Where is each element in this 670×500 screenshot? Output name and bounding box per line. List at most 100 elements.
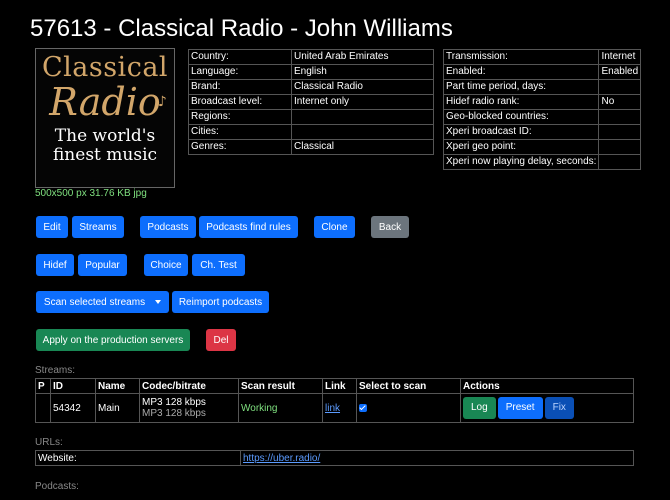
urls-section-label: URLs: (35, 437, 63, 448)
info-key: Brand: (188, 79, 292, 95)
info-key: Genres: (188, 139, 292, 155)
info-key: Language: (188, 64, 292, 80)
image-info: 500x500 px 31.76 KB jpg (35, 188, 147, 199)
scan-selected-streams-button[interactable]: Scan selected streams (36, 291, 169, 313)
table-row: Country: United Arab Emirates (188, 49, 434, 65)
log-button[interactable]: Log (463, 397, 496, 419)
column-header: ID (50, 378, 96, 394)
table-row: Cities: (188, 124, 434, 140)
ch-test-button[interactable]: Ch. Test (192, 254, 245, 276)
info-key: Enabled: (442, 64, 600, 80)
info-key: Xperi broadcast ID: (442, 124, 600, 140)
table-row: Brand: Classical Radio (188, 79, 434, 95)
info-key: Cities: (188, 124, 292, 140)
url-key: Website: (35, 450, 241, 466)
info-value: Internet only (291, 94, 434, 110)
select-to-scan-cell (356, 393, 461, 423)
info-value (598, 154, 642, 170)
info-key: Part time period, days: (442, 79, 600, 95)
reimport-podcasts-button[interactable]: Reimport podcasts (172, 291, 269, 313)
fix-button[interactable]: Fix (544, 397, 574, 419)
hidef-button[interactable]: Hidef (36, 254, 74, 276)
actions-cell: Log Preset Fix (460, 393, 634, 423)
select-to-scan-checkbox[interactable] (359, 403, 367, 412)
info-value: Internet (598, 49, 642, 65)
table-row: Part time period, days: (442, 79, 642, 95)
music-note-icon: ♪ (157, 94, 167, 110)
url-value-cell: https://uber.radio/ (240, 450, 634, 466)
stream-name: Main (95, 393, 140, 423)
logo-line-1: Classical (41, 52, 169, 83)
info-value (598, 79, 642, 95)
table-row: Genres: Classical (188, 139, 434, 155)
choice-button[interactable]: Choice (144, 254, 188, 276)
table-row: Regions: (188, 109, 434, 125)
info-key: Broadcast level: (188, 94, 292, 110)
chevron-down-icon (155, 300, 162, 304)
info-value (598, 139, 642, 155)
info-value: Classical (291, 139, 434, 155)
streams-section-label: Streams: (35, 365, 76, 376)
stream-link[interactable]: link (325, 403, 340, 414)
delete-button[interactable]: Del (206, 329, 236, 351)
table-row: Website: https://uber.radio/ (35, 450, 634, 466)
info-key: Xperi now playing delay, seconds: (442, 154, 600, 170)
column-header: Name (95, 378, 140, 394)
info-value: Classical Radio (291, 79, 434, 95)
table-row: Hidef radio rank: No (442, 94, 642, 110)
column-header: Select to scan (356, 378, 461, 394)
column-header: Scan result (238, 378, 323, 394)
table-row: Language: English (188, 64, 434, 80)
transmission-info-table: Transmission: Internet Enabled: Enabled Pa… (442, 49, 642, 170)
popular-button[interactable]: Popular (78, 254, 127, 276)
logo-line-3: The world's finest music (52, 126, 158, 165)
column-header: P (35, 378, 51, 394)
stream-link-cell: link (322, 393, 357, 423)
info-value: English (291, 64, 434, 80)
info-value (598, 124, 642, 140)
podcasts-section-label: Podcasts: (35, 481, 79, 492)
preset-button[interactable]: Preset (497, 397, 543, 419)
website-link[interactable]: https://uber.radio/ (243, 453, 320, 464)
table-row: Xperi broadcast ID: (442, 124, 642, 140)
apply-production-button[interactable]: Apply on the production servers (36, 329, 190, 351)
info-value: No (598, 94, 642, 110)
streams-table: P ID Name Codec/bitrate Scan result Link… (35, 378, 634, 423)
logo-line-2: Radio ♪ (49, 80, 167, 124)
column-header: Codec/bitrate (139, 378, 239, 394)
table-row: 54342 Main MP3 128 kbps MP3 128 kbps Wor… (35, 393, 634, 423)
urls-table: Website: https://uber.radio/ (35, 450, 634, 466)
scan-result: Working (238, 393, 323, 423)
table-row: Xperi geo point: (442, 139, 642, 155)
info-value (291, 124, 434, 140)
podcasts-find-rules-button[interactable]: Podcasts find rules (199, 216, 298, 238)
table-row: Xperi now playing delay, seconds: (442, 154, 642, 170)
info-value (598, 109, 642, 125)
info-value (291, 109, 434, 125)
podcasts-button[interactable]: Podcasts (140, 216, 196, 238)
info-value: United Arab Emirates (291, 49, 434, 65)
codec-main: MP3 128 kbps (142, 397, 206, 408)
streams-button[interactable]: Streams (72, 216, 124, 238)
page-title: 57613 - Classical Radio - John Williams (30, 15, 453, 42)
info-value: Enabled (598, 64, 642, 80)
column-header: Link (322, 378, 357, 394)
station-logo: Classical Radio ♪ The world's finest musi… (35, 48, 175, 188)
info-key: Country: (188, 49, 292, 65)
station-info-table: Country: United Arab Emirates Language: En… (188, 49, 434, 155)
info-key: Transmission: (442, 49, 600, 65)
info-key: Hidef radio rank: (442, 94, 600, 110)
info-key: Geo-blocked countries: (442, 109, 600, 125)
stream-p (35, 393, 51, 423)
info-key: Xperi geo point: (442, 139, 600, 155)
stream-codec: MP3 128 kbps MP3 128 kbps (139, 393, 239, 423)
table-row: Geo-blocked countries: (442, 109, 642, 125)
back-button[interactable]: Back (371, 216, 409, 238)
clone-button[interactable]: Clone (314, 216, 355, 238)
edit-button[interactable]: Edit (36, 216, 68, 238)
column-header: Actions (460, 378, 634, 394)
table-row: Transmission: Internet (442, 49, 642, 65)
info-key: Regions: (188, 109, 292, 125)
table-row: Enabled: Enabled (442, 64, 642, 80)
codec-sub: MP3 128 kbps (142, 408, 206, 419)
